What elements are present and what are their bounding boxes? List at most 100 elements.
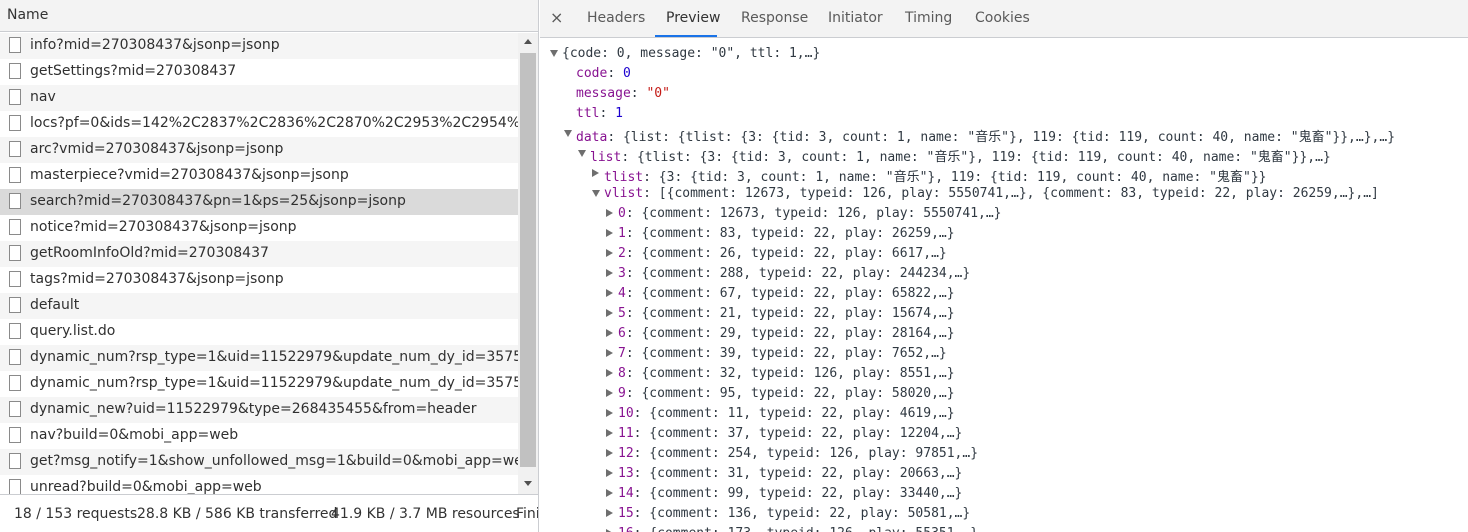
request-row[interactable]: dynamic_new?uid=11522979&type=268435455&… — [0, 397, 518, 423]
json-line-text: message: "0" — [576, 86, 670, 101]
active-tab-indicator — [655, 35, 717, 37]
request-row[interactable]: tags?mid=270308437&jsonp=jsonp — [0, 267, 518, 293]
collapsed-triangle-icon[interactable] — [606, 229, 613, 237]
json-token: : {comment: 288, typeid: 22, play: 24423… — [625, 266, 971, 281]
document-icon — [9, 453, 21, 469]
json-line-text: 1: {comment: 83, typeid: 22, play: 26259… — [618, 226, 955, 241]
collapsed-triangle-icon[interactable] — [606, 449, 613, 457]
request-row[interactable]: arc?vmid=270308437&jsonp=jsonp — [0, 137, 518, 163]
request-row[interactable]: locs?pf=0&ids=142%2C2837%2C2836%2C2870%2… — [0, 111, 518, 137]
json-token: message — [576, 86, 631, 101]
request-row[interactable]: unread?build=0&mobi_app=web — [0, 475, 518, 494]
scroll-up-arrow-icon[interactable] — [524, 39, 532, 44]
collapsed-triangle-icon[interactable] — [606, 309, 613, 317]
request-row[interactable]: query.list.do — [0, 319, 518, 345]
json-token: 5 — [618, 306, 626, 321]
expanded-triangle-icon[interactable] — [550, 50, 558, 57]
request-name: dynamic_new?uid=11522979&type=268435455&… — [30, 401, 477, 417]
tab-response[interactable]: Response — [741, 10, 808, 26]
tab-preview[interactable]: Preview — [666, 10, 721, 26]
collapsed-triangle-icon[interactable] — [592, 169, 599, 177]
json-token: : {comment: 32, typeid: 126, play: 8551,… — [625, 366, 955, 381]
json-token: : {comment: 31, typeid: 22, play: 20663,… — [633, 466, 963, 481]
detail-tab-bar: × Headers Preview Response Initiator Tim… — [540, 0, 1468, 38]
document-icon — [9, 375, 21, 391]
json-line-text: 15: {comment: 136, typeid: 22, play: 505… — [618, 506, 970, 521]
collapsed-triangle-icon[interactable] — [606, 429, 613, 437]
collapsed-triangle-icon[interactable] — [606, 369, 613, 377]
request-list-scrollbar[interactable] — [518, 33, 538, 494]
json-line-text: 4: {comment: 67, typeid: 22, play: 65822… — [618, 286, 955, 301]
request-row[interactable]: getRoomInfoOld?mid=270308437 — [0, 241, 518, 267]
request-row[interactable]: notice?mid=270308437&jsonp=jsonp — [0, 215, 518, 241]
request-name: locs?pf=0&ids=142%2C2837%2C2836%2C2870%2… — [30, 115, 518, 131]
json-token: tlist — [604, 170, 644, 185]
collapsed-triangle-icon[interactable] — [606, 349, 613, 357]
tab-initiator[interactable]: Initiator — [828, 10, 883, 26]
json-token: 4 — [618, 286, 626, 301]
request-name: nav?build=0&mobi_app=web — [30, 427, 239, 443]
collapsed-triangle-icon[interactable] — [606, 209, 613, 217]
json-token: list — [590, 150, 622, 165]
collapsed-triangle-icon[interactable] — [606, 469, 613, 477]
request-row[interactable]: default — [0, 293, 518, 319]
request-row[interactable]: get?msg_notify=1&show_unfollowed_msg=1&b… — [0, 449, 518, 475]
json-token: : {comment: 26, typeid: 22, play: 6617,…… — [625, 246, 947, 261]
json-token: : {list: {tlist: {3: {tid: 3, count: 1, … — [607, 130, 1396, 145]
collapsed-triangle-icon[interactable] — [606, 389, 613, 397]
collapsed-triangle-icon[interactable] — [606, 289, 613, 297]
collapsed-triangle-icon[interactable] — [606, 509, 613, 517]
tab-timing[interactable]: Timing — [905, 10, 952, 26]
collapsed-triangle-icon[interactable] — [606, 269, 613, 277]
json-token: : {comment: 83, typeid: 22, play: 26259,… — [625, 226, 955, 241]
collapsed-triangle-icon[interactable] — [606, 329, 613, 337]
json-token: : {comment: 37, typeid: 22, play: 12204,… — [633, 426, 963, 441]
request-row[interactable]: masterpiece?vmid=270308437&jsonp=jsonp — [0, 163, 518, 189]
request-name: query.list.do — [30, 323, 116, 339]
scrollbar-thumb[interactable] — [520, 53, 536, 467]
request-row[interactable]: dynamic_num?rsp_type=1&uid=11522979&upda… — [0, 371, 518, 397]
json-line-text: 12: {comment: 254, typeid: 126, play: 97… — [618, 446, 978, 461]
json-token: 10 — [618, 406, 634, 421]
json-line-text: ttl: 1 — [576, 106, 623, 121]
request-row[interactable]: dynamic_num?rsp_type=1&uid=11522979&upda… — [0, 345, 518, 371]
expanded-triangle-icon[interactable] — [578, 150, 586, 157]
json-token: : {comment: 21, typeid: 22, play: 15674,… — [625, 306, 955, 321]
json-line-text: 9: {comment: 95, typeid: 22, play: 58020… — [618, 386, 955, 401]
request-list: info?mid=270308437&jsonp=jsonp getSetting… — [0, 33, 518, 494]
json-token: 0 — [618, 206, 626, 221]
transferred-size: 28.8 KB / 586 KB transferred — [137, 506, 338, 522]
name-column-header[interactable]: Name — [0, 0, 538, 32]
json-line-text: 0: {comment: 12673, typeid: 126, play: 5… — [618, 206, 1002, 221]
tab-headers[interactable]: Headers — [587, 10, 645, 26]
request-row[interactable]: search?mid=270308437&pn=1&ps=25&jsonp=js… — [0, 189, 518, 215]
collapsed-triangle-icon[interactable] — [606, 249, 613, 257]
document-icon — [9, 297, 21, 313]
request-row[interactable]: getSettings?mid=270308437 — [0, 59, 518, 85]
expanded-triangle-icon[interactable] — [564, 130, 572, 137]
request-row[interactable]: nav?build=0&mobi_app=web — [0, 423, 518, 449]
json-line-text: {code: 0, message: "0", ttl: 1,…} — [562, 46, 820, 61]
request-row[interactable]: info?mid=270308437&jsonp=jsonp — [0, 33, 518, 59]
scroll-down-arrow-icon[interactable] — [524, 481, 532, 486]
collapsed-triangle-icon[interactable] — [606, 489, 613, 497]
document-icon — [9, 89, 21, 105]
request-name: arc?vmid=270308437&jsonp=jsonp — [30, 141, 284, 157]
json-line-text: data: {list: {tlist: {3: {tid: 3, count:… — [576, 126, 1395, 145]
request-name: tags?mid=270308437&jsonp=jsonp — [30, 271, 284, 287]
json-token: : {comment: 11, typeid: 22, play: 4619,…… — [633, 406, 955, 421]
request-name: dynamic_num?rsp_type=1&uid=11522979&upda… — [30, 349, 518, 365]
json-token: : {tlist: {3: {tid: 3, count: 1, name: "… — [621, 150, 1331, 165]
close-icon[interactable]: × — [550, 8, 563, 27]
json-line-text: 3: {comment: 288, typeid: 22, play: 2442… — [618, 266, 970, 281]
tab-cookies[interactable]: Cookies — [975, 10, 1030, 26]
collapsed-triangle-icon[interactable] — [606, 409, 613, 417]
json-token: 2 — [618, 246, 626, 261]
expanded-triangle-icon[interactable] — [592, 190, 600, 197]
request-row[interactable]: nav — [0, 85, 518, 111]
request-name: default — [30, 297, 80, 313]
json-line-text: 14: {comment: 99, typeid: 22, play: 3344… — [618, 486, 962, 501]
request-name: unread?build=0&mobi_app=web — [30, 479, 262, 494]
json-token: 11 — [618, 426, 634, 441]
json-token: 6 — [618, 326, 626, 341]
